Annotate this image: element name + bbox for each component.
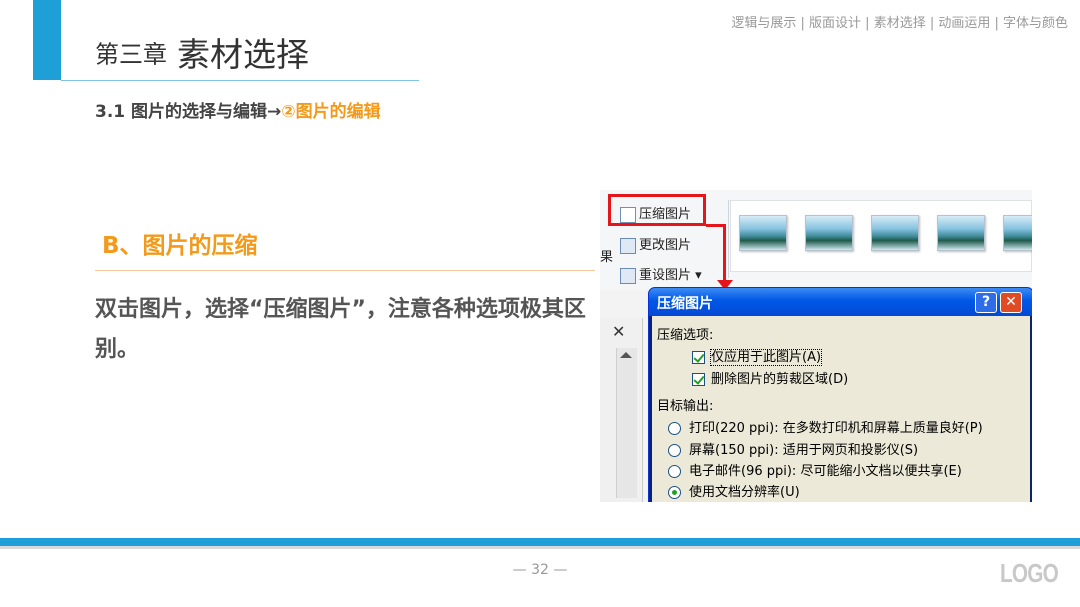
section-heading: 3.1 图片的选择与编辑→②图片的编辑: [95, 97, 381, 122]
radio-document-label: 使用文档分辨率(U): [689, 485, 800, 500]
reset-picture-icon: [620, 267, 636, 284]
apply-only-label: 仅应用于此图片(A): [709, 349, 823, 366]
change-picture-icon: [620, 237, 636, 254]
body-text: 双击图片，选择“压缩图片”，注意各种选项极其区别。: [95, 297, 586, 362]
highlight-box: [608, 194, 706, 226]
picture-style-thumb[interactable]: [871, 215, 919, 251]
checkbox-checked-icon: [692, 373, 705, 386]
footer-band-shadow: [0, 546, 1080, 549]
section-prefix: 3.1 图片的选择与编辑→: [95, 102, 282, 122]
subtitle-divider: [95, 270, 595, 271]
radio-icon: [668, 444, 681, 457]
section-highlight: ②图片的编辑: [281, 102, 381, 122]
dialog-close-button[interactable]: ✕: [1000, 292, 1022, 313]
subtitle: B、图片的压缩: [102, 233, 258, 259]
help-button[interactable]: ?: [975, 292, 997, 313]
picture-style-thumb[interactable]: [937, 215, 985, 251]
radio-print-label: 打印(220 ppi): 在多数打印机和屏幕上质量良好(P): [689, 421, 983, 436]
footer-band: [0, 538, 1080, 546]
picture-style-thumb[interactable]: [1003, 215, 1032, 251]
chapter-title: 素材选择: [177, 35, 309, 74]
dialog-body: 压缩选项: 仅应用于此图片(A) 删除图片的剪裁区域(D) 目标输出: 打印(2…: [652, 316, 1030, 502]
ribbon-divider: [728, 200, 729, 278]
logo: LOGO: [1000, 558, 1059, 588]
picture-style-thumb[interactable]: [805, 215, 853, 251]
compress-pictures-dialog: 压缩图片 ? ✕ 压缩选项: 仅应用于此图片(A) 删除图片的剪裁区域(D) 目…: [648, 287, 1032, 502]
reset-picture-button[interactable]: 重设图片 ▾: [620, 264, 702, 284]
radio-document-resolution[interactable]: 使用文档分辨率(U): [668, 481, 800, 500]
radio-icon: [668, 422, 681, 435]
apply-only-checkbox[interactable]: 仅应用于此图片(A): [692, 346, 823, 366]
radio-print[interactable]: 打印(220 ppi): 在多数打印机和屏幕上质量良好(P): [668, 417, 983, 436]
reset-picture-label: 重设图片 ▾: [639, 268, 702, 283]
radio-icon: [668, 465, 681, 478]
chapter-number: 第三章: [95, 40, 167, 69]
header-accent-bar: [33, 0, 61, 80]
ribbon-fragment: 果: [600, 250, 614, 265]
dialog-screenshot: 果 压缩图片 更改图片 重设图片 ▾ ✕ 压缩图片 ? ✕ 压缩选项: 仅应用于…: [600, 190, 1032, 502]
radio-selected-icon: [668, 486, 681, 499]
close-icon[interactable]: ✕: [612, 322, 625, 341]
picture-style-thumb[interactable]: [739, 215, 787, 251]
target-output-label: 目标输出:: [657, 399, 714, 414]
radio-screen-label: 屏幕(150 ppi): 适用于网页和投影仪(S): [689, 443, 919, 458]
callout-arrow-vertical: [723, 226, 726, 282]
dialog-title: 压缩图片: [657, 296, 713, 312]
radio-email[interactable]: 电子邮件(96 ppi): 尽可能缩小文档以便共享(E): [668, 460, 962, 479]
checkbox-checked-icon: [692, 351, 705, 364]
scrollbar[interactable]: [616, 348, 637, 498]
delete-cropped-checkbox[interactable]: 删除图片的剪裁区域(D): [692, 368, 848, 387]
scroll-up-icon[interactable]: [620, 352, 632, 358]
page-number: — 32 —: [512, 562, 568, 578]
header-divider: [61, 80, 419, 81]
radio-email-label: 电子邮件(96 ppi): 尽可能缩小文档以便共享(E): [689, 464, 962, 479]
picture-styles-gallery: [730, 200, 1032, 272]
radio-screen[interactable]: 屏幕(150 ppi): 适用于网页和投影仪(S): [668, 439, 918, 458]
chapter-heading: 第三章 素材选择: [95, 28, 309, 76]
top-nav: 逻辑与展示 | 版面设计 | 素材选择 | 动画运用 | 字体与颜色: [731, 16, 1068, 31]
compress-options-label: 压缩选项:: [657, 328, 714, 343]
delete-cropped-label: 删除图片的剪裁区域(D): [711, 372, 849, 387]
change-picture-button[interactable]: 更改图片: [620, 234, 691, 254]
change-picture-label: 更改图片: [639, 238, 692, 253]
